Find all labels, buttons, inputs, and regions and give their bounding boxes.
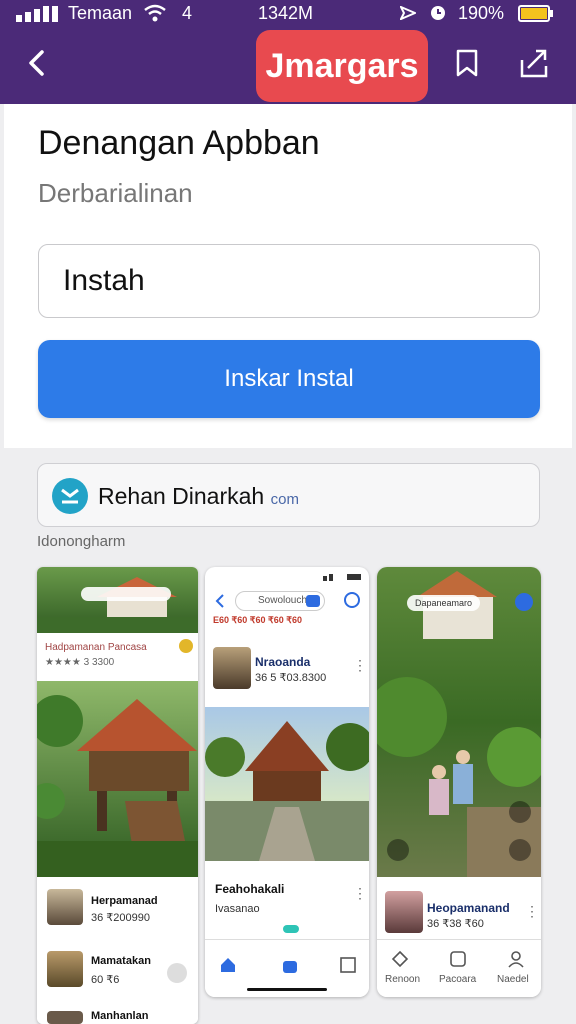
screenshot-3[interactable]: Dapaneamaro Heopamanand 36 ₹38 ₹60 ⋮ Ren… — [377, 567, 541, 997]
more-icon[interactable]: ⋮ — [353, 657, 367, 674]
signal-icon — [16, 6, 58, 22]
share-icon[interactable] — [518, 46, 552, 80]
profile-icon[interactable] — [343, 591, 361, 609]
bookmark-icon[interactable] — [452, 48, 482, 78]
search-badge — [306, 595, 320, 607]
home-icon[interactable] — [219, 956, 237, 974]
developer-logo-icon — [52, 478, 88, 514]
share-icon[interactable] — [167, 963, 187, 983]
screenshots-label: Idonongharm — [37, 533, 126, 550]
more-icon[interactable]: ⋮ — [525, 903, 539, 920]
category-tags: E60 ₹60 ₹60 ₹60 ₹60 — [213, 615, 302, 625]
brand-logo: Jmargars — [256, 30, 428, 102]
bag-icon[interactable] — [281, 956, 299, 974]
app-bar: Jmargars — [0, 26, 576, 104]
shot1-rating: ★★★★ 3 3300 — [45, 657, 115, 668]
stilt-house-photo — [37, 681, 198, 877]
item-name: Manhanlan — [91, 1010, 149, 1022]
search-text: Sowolouch — [258, 595, 307, 606]
list-item[interactable]: Mamatakan 60 ₹6 — [37, 939, 198, 1001]
screenshot-2[interactable]: Sowolouch E60 ₹60 ₹60 ₹60 ₹60 Nraoanda 3… — [205, 567, 369, 997]
item-name: Nraoanda — [255, 655, 311, 669]
item-thumbnail — [47, 889, 83, 925]
item-thumbnail — [385, 891, 423, 933]
tab-label[interactable]: Renoon — [385, 974, 420, 985]
pin-icon[interactable] — [515, 593, 533, 611]
app-title: Denangan Apbban — [38, 124, 320, 162]
save-icon[interactable] — [509, 801, 531, 823]
garden-house-photo: Dapaneamaro — [377, 567, 541, 877]
bottom-tab-bar: Renoon Pacoara Naedel — [377, 939, 541, 997]
search-field[interactable]: Sowolouch — [235, 591, 325, 611]
item-price: 60 ₹6 — [91, 974, 120, 986]
install-button[interactable]: Inskar Instal — [38, 340, 540, 418]
item-name: Mamatakan — [91, 955, 151, 967]
app-header-card: Denangan Apbban Derbarialinan Instah Ins… — [4, 104, 572, 448]
tab-label[interactable]: Pacoara — [439, 974, 476, 985]
location-icon — [400, 6, 416, 20]
list-item[interactable]: Herpamanad 36 ₹200990 — [37, 877, 198, 939]
item-name: Herpamanad — [91, 895, 158, 907]
user-icon[interactable] — [507, 950, 525, 968]
diamond-icon[interactable] — [391, 950, 409, 968]
coin-icon — [179, 639, 193, 653]
status-bar: Temaan 4 1342M 190% — [0, 0, 576, 26]
list-item[interactable]: Manhanlan — [37, 1001, 198, 1024]
bookmark-icon[interactable] — [339, 956, 357, 974]
wifi-icon — [144, 4, 166, 22]
shot1-title: Hadpamanan Pancasa — [45, 642, 147, 653]
back-arrow-icon[interactable] — [22, 48, 52, 78]
item-price: 36 5 ₹03.8300 — [255, 672, 327, 684]
screenshot-1[interactable]: Hadpamanan Pancasa ★★★★ 3 3300 Herpamana… — [37, 567, 198, 1024]
compass-icon[interactable] — [449, 950, 467, 968]
network-label: 4 — [182, 3, 193, 23]
alarm-icon — [431, 6, 445, 20]
carrier-label: Temaan — [68, 3, 133, 23]
tab-label[interactable]: Naedel — [497, 974, 529, 985]
feature-title: Feahohakali — [215, 882, 285, 896]
developer-row[interactable]: Rehan Dinarkah com — [37, 463, 540, 527]
more-icon[interactable]: ⋮ — [353, 885, 367, 902]
item-thumbnail — [47, 1011, 83, 1024]
developer-name: Rehan Dinarkah com — [98, 483, 299, 510]
item-price: 36 ₹38 ₹60 — [427, 918, 484, 930]
back-arrow-icon[interactable] — [213, 593, 227, 609]
search-input[interactable]: Instah — [38, 244, 540, 318]
camera-icon[interactable] — [509, 839, 531, 861]
location-pill: Dapaneamaro — [407, 595, 481, 611]
home-indicator — [247, 988, 327, 991]
item-thumbnail — [213, 647, 251, 689]
item-price: 36 ₹200990 — [91, 912, 150, 924]
traditional-house-photo — [205, 707, 369, 861]
developer-name-text: Rehan Dinarkah — [98, 483, 265, 509]
item-thumbnail — [47, 951, 83, 987]
bottom-tab-bar — [205, 939, 369, 997]
header-pill — [81, 587, 171, 601]
app-subtitle: Derbarialinan — [38, 178, 193, 208]
header-photo — [37, 567, 198, 633]
clock: 1342M — [258, 3, 314, 23]
item-name: Heopamanand — [427, 901, 510, 915]
feature-subtitle: Ivasanao — [215, 903, 260, 915]
image-icon[interactable] — [387, 839, 409, 861]
list-item[interactable]: Nraoanda 36 5 ₹03.8300 ⋮ — [205, 639, 369, 697]
toggle-chip[interactable] — [283, 925, 299, 933]
battery-percent: 190% — [458, 3, 505, 23]
battery-icon — [518, 5, 553, 22]
list-item[interactable]: Heopamanand 36 ₹38 ₹60 ⋮ — [377, 885, 541, 941]
mini-status-icon — [323, 574, 361, 581]
developer-suffix: com — [270, 491, 299, 508]
